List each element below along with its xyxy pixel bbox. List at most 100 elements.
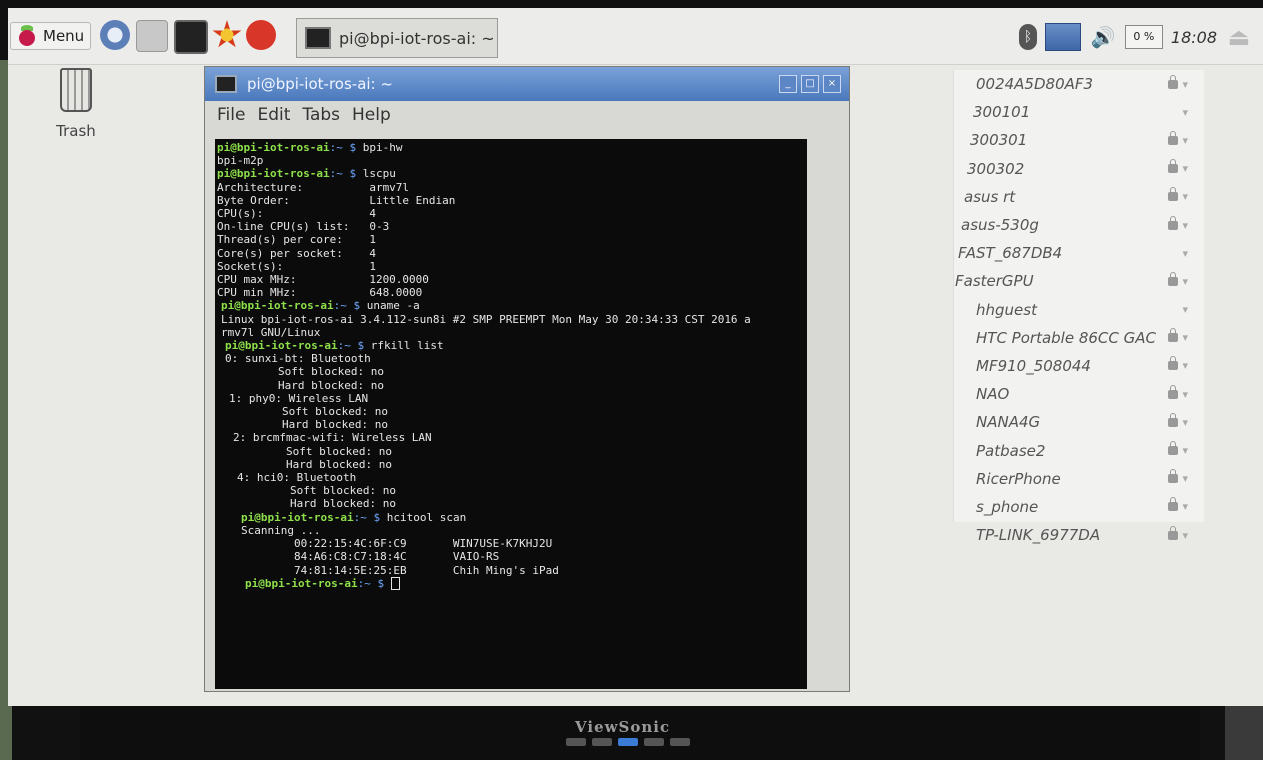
wifi-ssid: HTC Portable 86CC GAC xyxy=(976,328,1156,347)
raspberry-berry xyxy=(19,30,35,46)
wifi-network-item[interactable]: FasterGPU ▾ xyxy=(954,267,1204,295)
monitor-power-button xyxy=(618,738,638,746)
mathematica-icon[interactable] xyxy=(212,20,242,48)
terminal-line: Scanning ... xyxy=(217,524,751,537)
menu-file[interactable]: File xyxy=(217,105,245,131)
wifi-signal: ▾ xyxy=(1168,441,1188,457)
close-button[interactable]: × xyxy=(823,75,841,93)
wifi-signal: ▾ xyxy=(1182,106,1188,119)
wifi-signal-icon: ▾ xyxy=(1182,500,1188,514)
terminal-output[interactable]: pi@bpi-iot-ros-ai:~ $ bpi-hw bpi-m2p pi@bp… xyxy=(215,139,807,689)
wifi-network-item[interactable]: MF910_508044 ▾ xyxy=(954,352,1204,380)
wifi-network-item[interactable]: asus rt ▾ xyxy=(954,183,1204,211)
wifi-ssid: hhguest xyxy=(976,300,1037,319)
bluetooth-icon[interactable]: ᛒ xyxy=(1018,24,1037,50)
terminal-output-text: Hard blocked: no xyxy=(229,418,388,432)
terminal-line: CPU max MHz: 1200.0000 xyxy=(217,273,751,286)
terminal-command: uname -a xyxy=(366,299,420,313)
lock-icon xyxy=(1168,271,1179,286)
terminal-prompt: pi@bpi-iot-ros-ai xyxy=(245,576,358,590)
lock-icon xyxy=(1168,356,1179,371)
terminal-line: 4: hci0: Bluetooth xyxy=(217,471,751,484)
wifi-signal: ▾ xyxy=(1168,412,1188,429)
web-browser-icon[interactable] xyxy=(100,20,130,50)
wifi-signal-icon: ▾ xyxy=(1182,303,1188,317)
clock[interactable]: 18:08 xyxy=(1171,28,1217,47)
minimize-button[interactable]: _ xyxy=(779,75,797,93)
terminal-path: :~ $ xyxy=(333,299,367,313)
window-titlebar[interactable]: pi@bpi-iot-ros-ai: ~ _ □ × xyxy=(205,67,849,101)
file-manager-icon[interactable] xyxy=(136,20,168,52)
wifi-network-item[interactable]: hhguest ▾ xyxy=(954,296,1204,324)
wifi-ssid: 300302 xyxy=(967,159,1025,178)
terminal-command: bpi-hw xyxy=(362,141,403,154)
wifi-ssid: asus-530g xyxy=(961,216,1039,235)
wifi-signal: ▾ xyxy=(1168,74,1188,91)
terminal-command: hcitool scan xyxy=(386,510,467,524)
maximize-button[interactable]: □ xyxy=(801,75,819,93)
menu-button[interactable]: Menu xyxy=(10,22,92,50)
desktop-screen: Menu pi@bpi-iot-ros-ai: ~ ᛒ 🔊 0 % 18:08 … xyxy=(8,8,1263,706)
menu-edit[interactable]: Edit xyxy=(257,105,290,131)
terminal-line: CPU(s): 4 xyxy=(217,207,751,220)
terminal-prompt: pi@bpi-iot-ros-ai xyxy=(225,339,338,353)
lock-icon xyxy=(1168,525,1179,540)
wifi-network-item[interactable]: 0024A5D80AF3 ▾ xyxy=(954,70,1204,98)
wifi-network-item[interactable]: 300301 ▾ xyxy=(954,126,1204,154)
wifi-signal-icon: ▾ xyxy=(1182,472,1188,486)
terminal-line: Thread(s) per core: 1 xyxy=(217,233,751,246)
wifi-network-item[interactable]: 300101 ▾ xyxy=(954,98,1204,126)
terminal-line: Soft blocked: no xyxy=(217,445,751,458)
wifi-network-item[interactable]: NAO ▾ xyxy=(954,380,1204,408)
terminal-output-text: 74:81:14:5E:25:EB Chih Ming's iPad xyxy=(241,563,559,577)
terminal-window-icon xyxy=(215,75,237,93)
monitor-button xyxy=(644,738,664,746)
terminal-line: On-line CPU(s) list: 0-3 xyxy=(217,220,751,233)
wifi-ssid: 0024A5D80AF3 xyxy=(976,75,1094,94)
terminal-output-text: Soft blocked: no xyxy=(225,365,384,379)
wifi-signal: ▾ xyxy=(1182,247,1188,260)
wifi-network-item[interactable]: FAST_687DB4 ▾ xyxy=(954,239,1204,267)
wifi-signal-icon: ▾ xyxy=(1182,77,1188,91)
terminal-output-text: Hard blocked: no xyxy=(237,497,396,511)
terminal-line: pi@bpi-iot-ros-ai:~ $ rfkill list xyxy=(217,339,751,352)
wifi-network-item[interactable]: TP-LINK_6977DA ▾ xyxy=(954,521,1204,549)
wifi-network-item[interactable]: HTC Portable 86CC GAC ▾ xyxy=(954,324,1204,352)
window-menubar: File Edit Tabs Help xyxy=(205,105,391,131)
wifi-signal-icon: ▾ xyxy=(1182,415,1188,429)
network-icon[interactable] xyxy=(1044,23,1081,51)
terminal-path: :~ $ xyxy=(353,510,387,524)
terminal-path: :~ $ xyxy=(329,167,363,181)
wifi-network-item[interactable]: NANA4G ▾ xyxy=(954,408,1204,436)
terminal-line: Core(s) per socket: 4 xyxy=(217,247,751,260)
terminal-icon[interactable] xyxy=(174,20,208,54)
trash-desktop-item[interactable]: Trash xyxy=(48,68,104,140)
menu-tabs[interactable]: Tabs xyxy=(302,105,340,131)
wifi-signal-icon: ▾ xyxy=(1182,190,1188,204)
wifi-network-item[interactable]: asus-530g ▾ xyxy=(954,211,1204,239)
terminal-line: 2: brcmfmac-wifi: Wireless LAN xyxy=(217,431,751,444)
terminal-line: 74:81:14:5E:25:EB Chih Ming's iPad xyxy=(217,564,751,577)
wifi-network-item[interactable]: 300302 ▾ xyxy=(954,155,1204,183)
taskbar-window-button[interactable]: pi@bpi-iot-ros-ai: ~ xyxy=(296,18,498,58)
wifi-signal: ▾ xyxy=(1168,469,1188,486)
wifi-ssid: NANA4G xyxy=(976,413,1041,432)
terminal-command: lscpu xyxy=(362,167,396,181)
wifi-network-item[interactable]: s_phone ▾ xyxy=(954,493,1204,521)
monitor-buttons xyxy=(566,738,690,746)
wifi-signal: ▾ xyxy=(1168,271,1188,288)
terminal-output-text: Soft blocked: no xyxy=(233,444,392,458)
terminal-prompt: pi@bpi-iot-ros-ai xyxy=(241,510,354,524)
wolfram-icon[interactable] xyxy=(246,20,276,50)
wifi-network-item[interactable]: Patbase2 ▾ xyxy=(954,436,1204,464)
terminal-line: Soft blocked: no xyxy=(217,405,751,418)
wifi-signal-icon: ▾ xyxy=(1182,331,1188,345)
eject-icon[interactable]: ⏏ xyxy=(1225,24,1253,50)
wifi-signal-icon: ▾ xyxy=(1182,246,1188,260)
volume-icon[interactable]: 🔊 xyxy=(1089,26,1117,48)
wifi-network-item[interactable]: RicerPhone ▾ xyxy=(954,465,1204,493)
terminal-line: pi@bpi-iot-ros-ai:~ $ xyxy=(217,577,751,591)
menu-help[interactable]: Help xyxy=(352,105,391,131)
terminal-path: :~ $ xyxy=(329,141,363,154)
terminal-line: pi@bpi-iot-ros-ai:~ $ uname -a xyxy=(217,299,751,312)
